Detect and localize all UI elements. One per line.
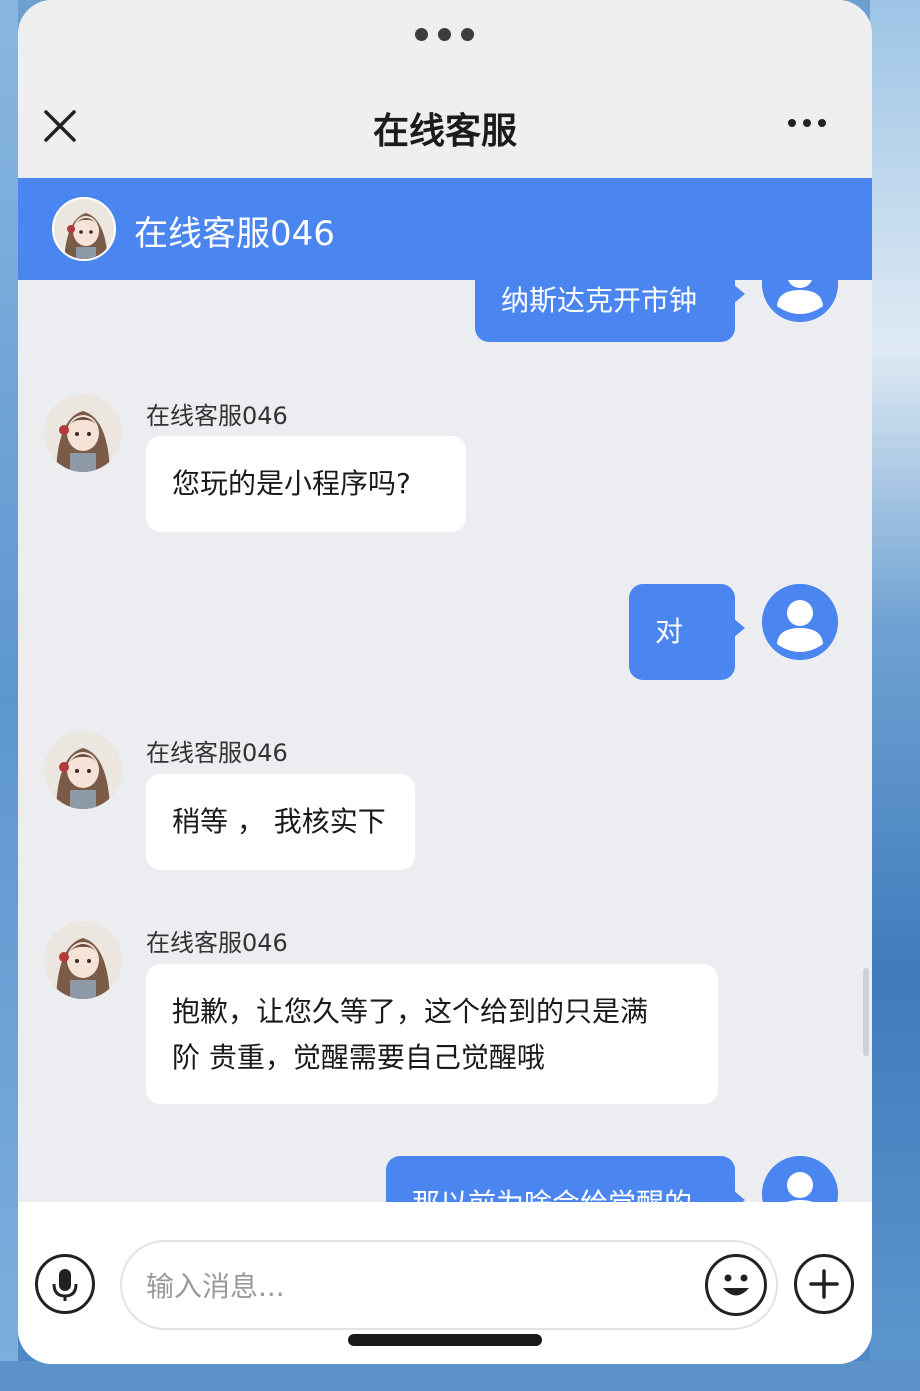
sender-name: 在线客服046 <box>146 402 288 430</box>
top-nav: 在线客服 <box>18 0 872 178</box>
message-text: 稍等 ， 我核实下 <box>172 805 386 838</box>
scrollbar[interactable] <box>863 968 869 1056</box>
background-bottom-edge <box>0 1361 920 1391</box>
home-indicator <box>348 1334 542 1346</box>
sender-name: 在线客服046 <box>146 739 288 767</box>
plus-icon[interactable] <box>794 1254 854 1314</box>
sender-name: 在线客服046 <box>146 929 288 957</box>
message-text: 您玩的是小程序吗? <box>172 467 411 500</box>
page-title: 在线客服 <box>372 111 517 152</box>
microphone-icon[interactable] <box>35 1254 95 1314</box>
more-horizontal-icon[interactable] <box>788 119 826 127</box>
composer <box>18 1202 872 1364</box>
user-avatar[interactable] <box>762 280 838 322</box>
message-input[interactable] <box>146 1264 686 1308</box>
user-avatar[interactable] <box>762 1156 838 1202</box>
message-text: 那以前为啥会给觉醒的 <box>412 1187 692 1202</box>
message-list[interactable]: 纳斯达克开市钟 在线客服046 您玩的是小程序吗? 对 在线客服046 稍等 ，… <box>18 280 872 1202</box>
agent-avatar[interactable] <box>44 921 122 999</box>
agent-avatar[interactable] <box>44 394 122 472</box>
drag-handle[interactable] <box>415 28 474 41</box>
emoji-icon[interactable] <box>705 1254 767 1316</box>
agent-header: 在线客服046 <box>18 178 872 280</box>
agent-avatar[interactable] <box>44 731 122 809</box>
chat-window: 在线客服 在线客服046 纳斯达克开市钟 在线客服046 您玩的是小程序吗? 对… <box>18 0 872 1364</box>
message-bubble-user: 纳斯达克开市钟 <box>475 280 745 342</box>
message-bubble-user: 那以前为啥会给觉醒的 <box>386 1156 745 1202</box>
background-right-edge <box>870 0 920 1391</box>
agent-name: 在线客服046 <box>134 214 335 254</box>
message-text: 对 <box>655 615 684 648</box>
message-input-wrapper <box>120 1240 778 1330</box>
message-bubble-agent: 抱歉，让您久等了，这个给到的只是满 阶 贵重，觉醒需要自己觉醒哦 <box>146 964 718 1104</box>
message-bubble-agent: 您玩的是小程序吗? <box>146 436 466 532</box>
agent-avatar <box>52 197 116 261</box>
message-bubble-agent: 稍等 ， 我核实下 <box>146 774 415 870</box>
user-avatar[interactable] <box>762 584 838 660</box>
message-text-line: 阶 贵重，觉醒需要自己觉醒哦 <box>172 1041 545 1074</box>
message-bubble-user: 对 <box>629 584 745 680</box>
message-text: 纳斯达克开市钟 <box>501 284 698 317</box>
message-text-line: 抱歉，让您久等了，这个给到的只是满 <box>172 995 649 1028</box>
background-left-edge <box>0 0 18 1391</box>
